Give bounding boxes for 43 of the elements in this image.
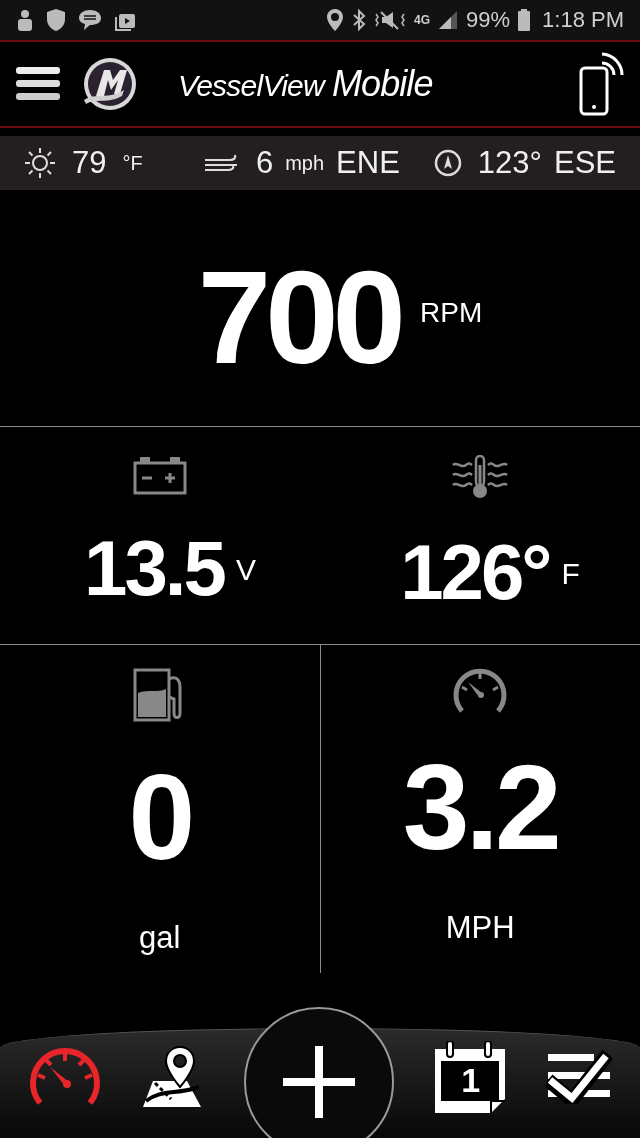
clock: 1:18 PM [542, 9, 624, 31]
bluetooth-icon [352, 9, 366, 31]
location-icon [326, 8, 344, 32]
battery-icon [518, 9, 531, 31]
network-type: 4G [414, 14, 430, 26]
gauge-value: 0 [128, 757, 192, 877]
speedometer-icon[interactable] [27, 1047, 102, 1107]
battery-percent: 99% [466, 9, 511, 31]
gauge-value: 13.5 [84, 529, 224, 607]
calendar-icon[interactable]: 1 [433, 1041, 508, 1113]
speedometer-icon [452, 667, 509, 713]
gauge-unit: F [561, 556, 580, 592]
reading-value: 79 [72, 143, 107, 182]
chat-icon [78, 8, 102, 32]
battery-icon [132, 455, 188, 495]
direction-label: ENE [336, 143, 400, 182]
gauge-value: 3.2 [402, 747, 558, 867]
rpm-unit: RPM [420, 296, 483, 330]
shield-icon [46, 8, 66, 32]
checklist-icon[interactable] [546, 1050, 613, 1104]
plus-icon [282, 1046, 355, 1118]
phone-connection-icon[interactable] [578, 51, 624, 117]
person-icon [16, 9, 34, 31]
direction-label: ESE [553, 143, 616, 182]
gauge-unit: gal [139, 919, 181, 957]
reading-unit: mph [285, 151, 325, 176]
coolant-temperature-icon [452, 455, 508, 499]
app-title: VesselView [178, 68, 324, 104]
signal-icon [438, 10, 458, 30]
gauge-unit: V [235, 552, 256, 588]
reading-value: 6 [255, 143, 274, 182]
gauge-value: 126° [400, 533, 550, 611]
app-title-emphasis: Mobile [331, 62, 433, 106]
reading-value: 123° [477, 143, 542, 182]
rpm-value: 700 [197, 252, 400, 384]
reading-unit: °F [122, 151, 143, 176]
compass-icon [433, 149, 462, 177]
calendar-day: 1 [461, 1063, 481, 1097]
wind-icon [203, 153, 240, 173]
sun-icon [24, 147, 56, 179]
vibrate-mute-icon [374, 9, 406, 31]
gauge-unit: MPH [445, 909, 515, 947]
menu-icon[interactable] [16, 66, 60, 102]
